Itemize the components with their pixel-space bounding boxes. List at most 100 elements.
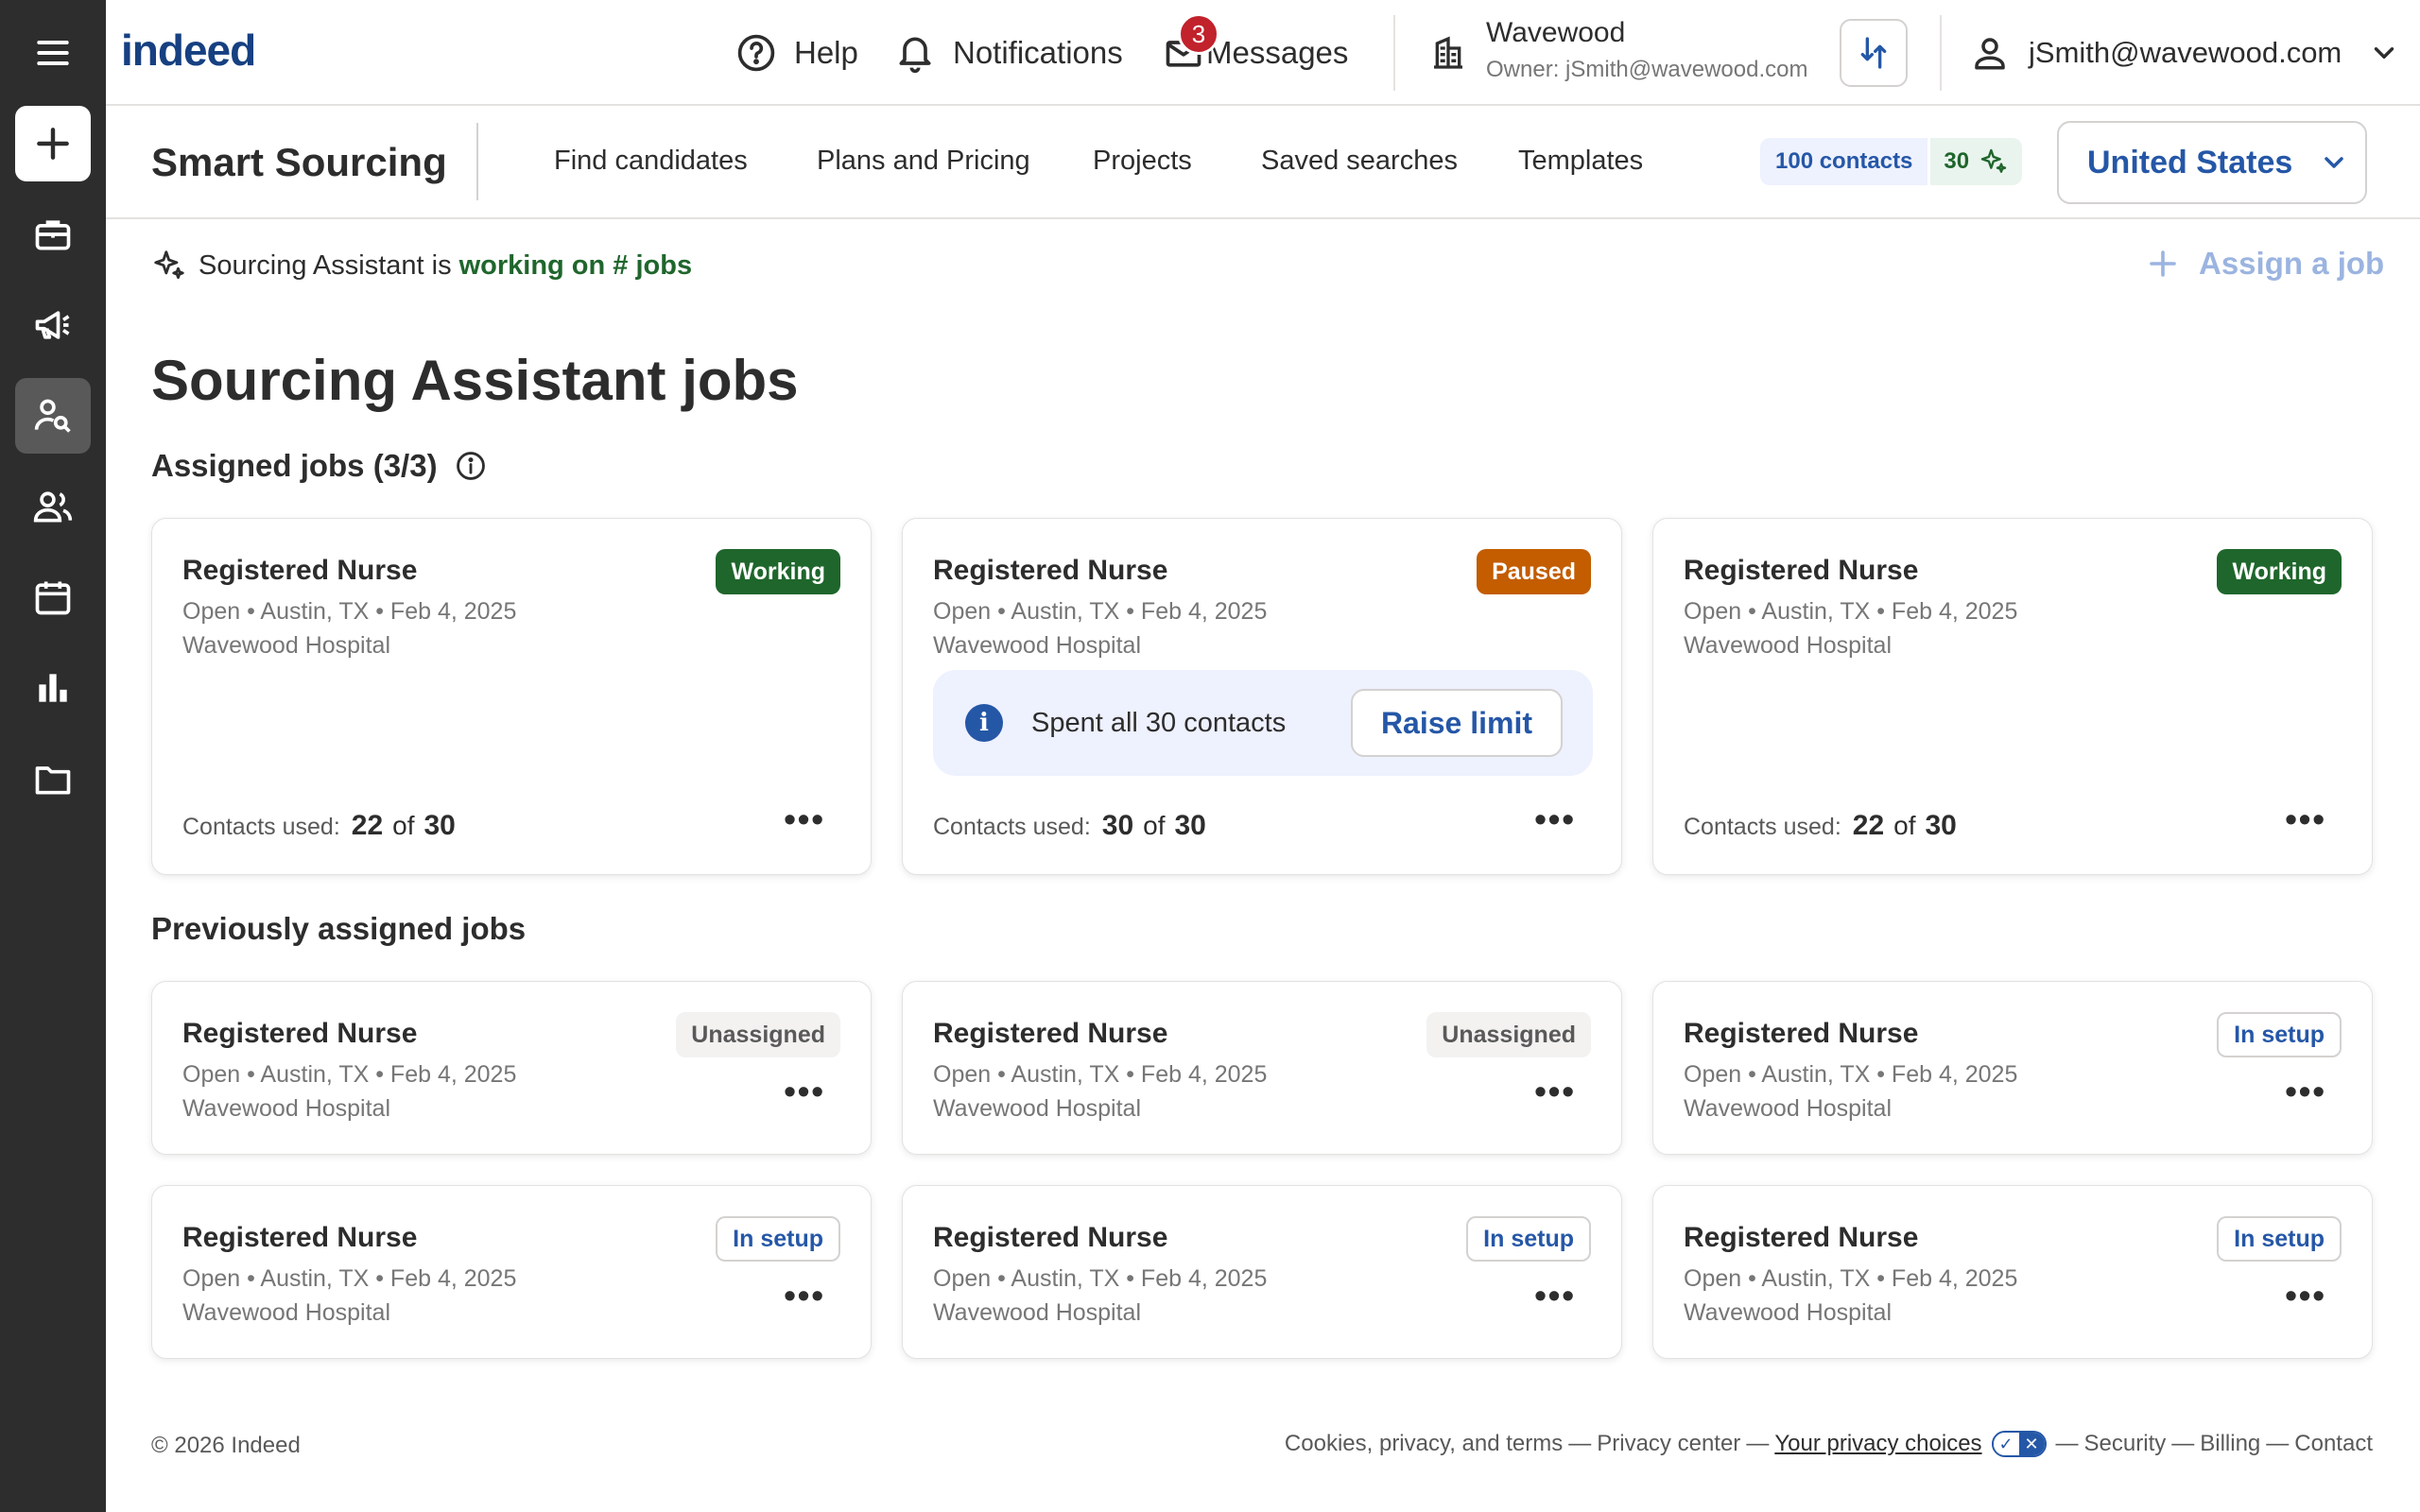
header-divider [1393, 15, 1395, 91]
more-options-button[interactable]: ••• [1534, 1279, 1576, 1313]
sparkle-icon [154, 250, 184, 280]
assistant-status-link[interactable]: working on # jobs [459, 250, 693, 282]
folder-icon [35, 766, 71, 795]
nav-templates[interactable]: Templates [1518, 146, 1643, 177]
more-options-button[interactable]: ••• [1534, 802, 1576, 836]
previous-job-card[interactable]: Registered Nurse Open • Austin, TX • Feb… [151, 981, 872, 1155]
account-menu[interactable]: jSmith@wavewood.com [1970, 28, 2400, 77]
assign-job-button[interactable]: Assign a job [2146, 246, 2384, 282]
status-badge: Working [2217, 549, 2342, 594]
status-badge: In setup [2217, 1216, 2342, 1262]
raise-limit-button[interactable]: Raise limit [1350, 689, 1563, 757]
rail-campaigns[interactable] [15, 287, 91, 363]
previous-job-card[interactable]: Registered Nurse Open • Austin, TX • Feb… [902, 1185, 1622, 1359]
previous-job-card[interactable]: Registered Nurse Open • Austin, TX • Feb… [151, 1185, 872, 1359]
more-options-button[interactable]: ••• [784, 802, 825, 836]
job-title[interactable]: Registered Nurse [933, 1222, 1167, 1254]
footer-link-privacy-choices[interactable]: Your privacy choices [1774, 1431, 1981, 1457]
sparkle-icon [1980, 148, 2007, 173]
job-title[interactable]: Registered Nurse [182, 1018, 417, 1050]
more-options-button[interactable]: ••• [1534, 1074, 1576, 1108]
footer-link-privacy-center[interactable]: Privacy center [1597, 1431, 1740, 1457]
previous-job-card[interactable]: Registered Nurse Open • Austin, TX • Feb… [1652, 1185, 2373, 1359]
create-button[interactable] [15, 106, 91, 181]
contacts-total: 30 [1925, 810, 1957, 841]
previous-jobs-heading: Previously assigned jobs [151, 911, 526, 947]
more-options-button[interactable]: ••• [2285, 1074, 2326, 1108]
job-title[interactable]: Registered Nurse [1684, 555, 1918, 587]
switch-account-button[interactable] [1840, 19, 1908, 87]
people-icon [33, 491, 73, 523]
rail-candidates[interactable] [15, 469, 91, 544]
job-title[interactable]: Registered Nurse [933, 1018, 1167, 1050]
footer-link-contact[interactable]: Contact [2294, 1431, 2373, 1457]
job-title[interactable]: Registered Nurse [182, 1222, 417, 1254]
nav-find-candidates[interactable]: Find candidates [554, 146, 748, 177]
credits-pill[interactable]: 100 contacts 30 [1760, 138, 2023, 185]
chevron-down-icon [2375, 47, 2394, 59]
privacy-choices-icon[interactable]: ✓ ✕ [1991, 1431, 2047, 1457]
nav-plans-pricing[interactable]: Plans and Pricing [817, 146, 1030, 177]
job-title[interactable]: Registered Nurse [182, 555, 417, 587]
status-badge: In setup [1466, 1216, 1591, 1262]
nav-saved-searches[interactable]: Saved searches [1261, 146, 1458, 177]
assigned-job-card[interactable]: Registered Nurse Open • Austin, TX • Feb… [1652, 518, 2373, 875]
company-switcher[interactable]: Wavewood Owner: jSmith@wavewood.com [1486, 17, 1807, 83]
contacts-total: 30 [424, 810, 456, 841]
rail-analytics[interactable] [15, 650, 91, 726]
footer-link-cookies[interactable]: Cookies, privacy, and terms [1285, 1431, 1563, 1457]
rail-jobs[interactable] [15, 197, 91, 272]
job-meta: Open • Austin, TX • Feb 4, 2025 [182, 598, 517, 625]
more-options-button[interactable]: ••• [2285, 1279, 2326, 1313]
contacts-of: of [1893, 811, 1916, 840]
footer-link-security[interactable]: Security [2084, 1431, 2167, 1457]
job-org: Wavewood Hospital [933, 1299, 1142, 1326]
rail-files[interactable] [15, 741, 91, 816]
nav-projects[interactable]: Projects [1093, 146, 1192, 177]
job-org: Wavewood Hospital [1684, 1095, 1893, 1122]
messages-label: Messages [1206, 35, 1349, 70]
more-options-button[interactable]: ••• [784, 1074, 825, 1108]
switch-arrows-icon [1860, 37, 1887, 69]
product-title[interactable]: Smart Sourcing [151, 140, 447, 185]
job-org: Wavewood Hospital [182, 632, 391, 659]
help-icon [737, 34, 775, 72]
bar-chart-icon [39, 674, 67, 702]
notifications-link[interactable]: Notifications [894, 28, 1123, 77]
account-email: jSmith@wavewood.com [2029, 36, 2342, 69]
indeed-logo[interactable]: indeed [121, 25, 256, 76]
user-icon [1975, 38, 2005, 70]
job-meta: Open • Austin, TX • Feb 4, 2025 [933, 1061, 1268, 1088]
previous-job-card[interactable]: Registered Nurse Open • Austin, TX • Feb… [902, 981, 1622, 1155]
footer-separator: — [2266, 1431, 2290, 1456]
status-badge: Unassigned [676, 1012, 840, 1057]
more-options-button[interactable]: ••• [2285, 802, 2326, 836]
calendar-icon [35, 581, 71, 615]
job-title[interactable]: Registered Nurse [933, 555, 1167, 587]
contacts-of: of [392, 811, 415, 840]
rail-smart-sourcing[interactable] [15, 378, 91, 454]
assigned-job-card[interactable]: Registered Nurse Open • Austin, TX • Feb… [902, 518, 1622, 875]
country-select[interactable]: United States [2057, 121, 2367, 204]
page-title: Sourcing Assistant jobs [151, 349, 799, 412]
help-link[interactable]: Help [735, 28, 858, 77]
menu-button[interactable] [15, 15, 91, 91]
rail-interviews[interactable] [15, 559, 91, 635]
top-header: indeed Help Notifications Messages 3 Wav… [106, 0, 2420, 106]
info-icon[interactable] [455, 450, 487, 482]
job-meta: Open • Austin, TX • Feb 4, 2025 [933, 1265, 1268, 1292]
job-meta: Open • Austin, TX • Feb 4, 2025 [1684, 1265, 2018, 1292]
contacts-used-label: Contacts used: [933, 814, 1091, 840]
job-title[interactable]: Registered Nurse [1684, 1222, 1918, 1254]
job-title[interactable]: Registered Nurse [1684, 1018, 1918, 1050]
assistant-prefix: Sourcing Assistant is [199, 249, 452, 281]
footer-copyright: © 2026 Indeed [151, 1433, 301, 1458]
footer-separator: — [1568, 1431, 1592, 1456]
footer-separator: — [2171, 1431, 2195, 1456]
assigned-job-card[interactable]: Registered Nurse Open • Austin, TX • Feb… [151, 518, 872, 875]
menu-icon [37, 40, 69, 66]
footer-link-billing[interactable]: Billing [2200, 1431, 2260, 1457]
previous-job-card[interactable]: Registered Nurse Open • Austin, TX • Feb… [1652, 981, 2373, 1155]
previous-jobs-title: Previously assigned jobs [151, 911, 527, 946]
more-options-button[interactable]: ••• [784, 1279, 825, 1313]
